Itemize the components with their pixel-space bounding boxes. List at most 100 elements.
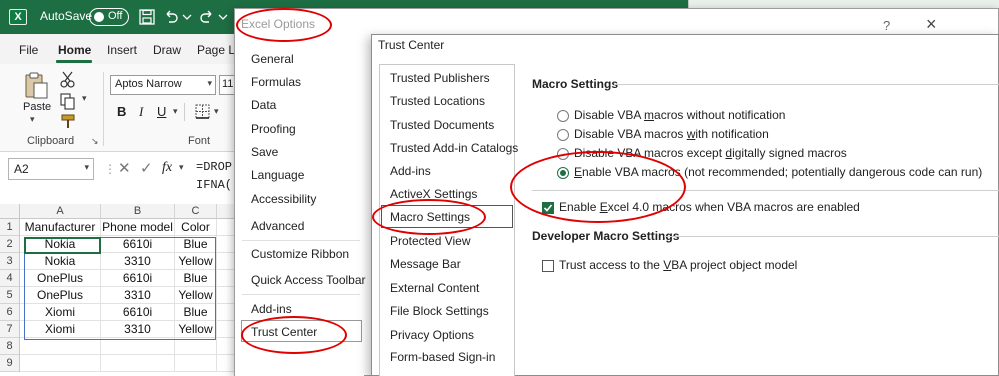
underline-dropdown-icon[interactable]: ▾ xyxy=(173,106,178,117)
options-nav-item[interactable]: Data xyxy=(251,98,276,112)
disable-except-signed-radio[interactable] xyxy=(557,148,569,160)
table-cell[interactable]: Blue xyxy=(175,270,217,287)
redo-icon[interactable] xyxy=(198,8,216,26)
table-cell[interactable]: Blue xyxy=(175,236,217,253)
paste-dropdown-icon[interactable]: ▾ xyxy=(30,114,35,125)
table-cell[interactable]: 3310 xyxy=(101,287,175,304)
options-nav-item[interactable]: Quick Access Toolbar xyxy=(251,273,366,287)
row-header[interactable]: 5 xyxy=(0,287,20,304)
options-nav-item[interactable]: Add-ins xyxy=(251,302,292,316)
tc-nav-item[interactable]: ActiveX Settings xyxy=(390,187,477,201)
undo-icon[interactable] xyxy=(162,8,180,26)
table-cell[interactable]: Yellow xyxy=(175,321,217,338)
tc-nav-item[interactable]: Add-ins xyxy=(390,164,431,178)
enable-vba-macros-radio[interactable] xyxy=(557,167,569,179)
table-cell[interactable]: 3310 xyxy=(101,321,175,338)
tab-home[interactable]: Home xyxy=(58,43,91,57)
options-nav-item[interactable]: Formulas xyxy=(251,75,301,89)
table-cell[interactable]: Nokia xyxy=(20,253,101,270)
row-header[interactable]: 8 xyxy=(0,338,20,355)
tc-nav-item[interactable]: Trusted Locations xyxy=(390,94,485,108)
borders-icon[interactable] xyxy=(194,103,212,121)
options-nav-item[interactable]: Advanced xyxy=(251,219,304,233)
clipboard-launcher-icon[interactable]: ↘ xyxy=(91,136,99,147)
fx-dropdown-icon[interactable]: ▾ xyxy=(179,162,184,173)
disable-with-notification-radio[interactable] xyxy=(557,129,569,141)
table-cell[interactable] xyxy=(101,355,175,372)
tc-nav-item[interactable]: Trusted Documents xyxy=(390,118,494,132)
trust-vba-object-model-checkbox[interactable] xyxy=(542,260,554,272)
tc-nav-item[interactable]: Protected View xyxy=(390,234,471,248)
cancel-icon[interactable]: ✕ xyxy=(118,159,131,177)
options-nav-item[interactable]: Proofing xyxy=(251,122,296,136)
table-cell[interactable] xyxy=(20,355,101,372)
font-name-select[interactable]: Aptos Narrow ▾ xyxy=(110,75,216,95)
row-header[interactable]: 2 xyxy=(0,236,20,253)
undo-dropdown-icon[interactable] xyxy=(181,8,199,26)
tc-nav-item[interactable]: Trusted Publishers xyxy=(390,71,490,85)
table-cell[interactable] xyxy=(175,355,217,372)
table-cell[interactable] xyxy=(20,338,101,355)
table-cell[interactable]: Manufacturer xyxy=(20,219,101,236)
table-cell[interactable]: 6610i xyxy=(101,270,175,287)
disable-no-notification-radio[interactable] xyxy=(557,110,569,122)
tc-nav-item[interactable]: Trusted Add-in Catalogs xyxy=(390,141,518,155)
insert-function-icon[interactable]: fx xyxy=(162,160,172,176)
row-header[interactable]: 4 xyxy=(0,270,20,287)
tc-nav-item[interactable]: Privacy Options xyxy=(390,328,474,342)
row-header[interactable]: 9 xyxy=(0,355,20,372)
tc-nav-item[interactable]: External Content xyxy=(390,281,479,295)
name-box[interactable]: A2 ▾ xyxy=(8,158,94,180)
format-painter-icon[interactable] xyxy=(57,112,79,132)
table-cell[interactable]: Yellow xyxy=(175,287,217,304)
tc-nav-item[interactable]: Message Bar xyxy=(390,257,461,271)
table-cell[interactable]: OnePlus xyxy=(20,287,101,304)
table-cell[interactable]: Yellow xyxy=(175,253,217,270)
table-cell[interactable] xyxy=(101,338,175,355)
table-cell[interactable] xyxy=(175,338,217,355)
table-cell[interactable]: Xiomi xyxy=(20,321,101,338)
italic-icon[interactable]: I xyxy=(139,104,143,120)
table-cell[interactable]: Xiomi xyxy=(20,304,101,321)
copy-dropdown-icon[interactable]: ▾ xyxy=(82,93,87,104)
column-header-c[interactable]: C xyxy=(175,204,217,219)
table-cell[interactable]: Blue xyxy=(175,304,217,321)
select-all-button[interactable] xyxy=(0,204,20,219)
save-icon[interactable] xyxy=(138,8,156,26)
row-header[interactable]: 1 xyxy=(0,219,20,236)
tc-nav-item[interactable]: Form-based Sign-in xyxy=(390,350,495,364)
column-header-b[interactable]: B xyxy=(101,204,175,219)
tc-nav-item[interactable]: File Block Settings xyxy=(390,304,489,318)
tab-draw[interactable]: Draw xyxy=(153,43,181,57)
borders-dropdown-icon[interactable]: ▾ xyxy=(214,106,219,117)
autosave-toggle[interactable]: Off xyxy=(89,8,129,26)
row-header[interactable]: 3 xyxy=(0,253,20,270)
tab-insert[interactable]: Insert xyxy=(107,43,137,57)
redo-dropdown-icon[interactable] xyxy=(217,8,235,26)
row-header[interactable]: 6 xyxy=(0,304,20,321)
table-cell[interactable]: Nokia xyxy=(20,236,101,253)
formula-input[interactable]: =DROP IFNA( xyxy=(190,156,240,198)
options-nav-item[interactable]: Accessibility xyxy=(251,192,316,206)
help-button[interactable]: ? xyxy=(883,18,890,33)
copy-icon[interactable] xyxy=(57,91,79,111)
options-nav-item[interactable]: Save xyxy=(251,145,278,159)
paste-label[interactable]: Paste xyxy=(23,101,51,113)
bold-icon[interactable]: B xyxy=(117,104,126,119)
options-nav-item[interactable]: General xyxy=(251,52,294,66)
enter-icon[interactable]: ✓ xyxy=(140,159,153,177)
table-cell[interactable]: 3310 xyxy=(101,253,175,270)
table-cell[interactable]: 6610i xyxy=(101,236,175,253)
cut-icon[interactable] xyxy=(57,69,79,89)
paste-icon[interactable] xyxy=(22,71,50,101)
options-nav-item[interactable]: Trust Center xyxy=(251,325,317,339)
underline-icon[interactable]: U xyxy=(157,104,166,119)
tab-file[interactable]: File xyxy=(19,43,38,57)
options-nav-item[interactable]: Language xyxy=(251,168,304,182)
enable-excel4-macros-checkbox[interactable] xyxy=(542,202,554,214)
column-header-a[interactable]: A xyxy=(20,204,101,219)
row-header[interactable]: 7 xyxy=(0,321,20,338)
options-nav-item[interactable]: Customize Ribbon xyxy=(251,247,349,261)
table-cell[interactable]: Color xyxy=(175,219,217,236)
table-cell[interactable]: 6610i xyxy=(101,304,175,321)
